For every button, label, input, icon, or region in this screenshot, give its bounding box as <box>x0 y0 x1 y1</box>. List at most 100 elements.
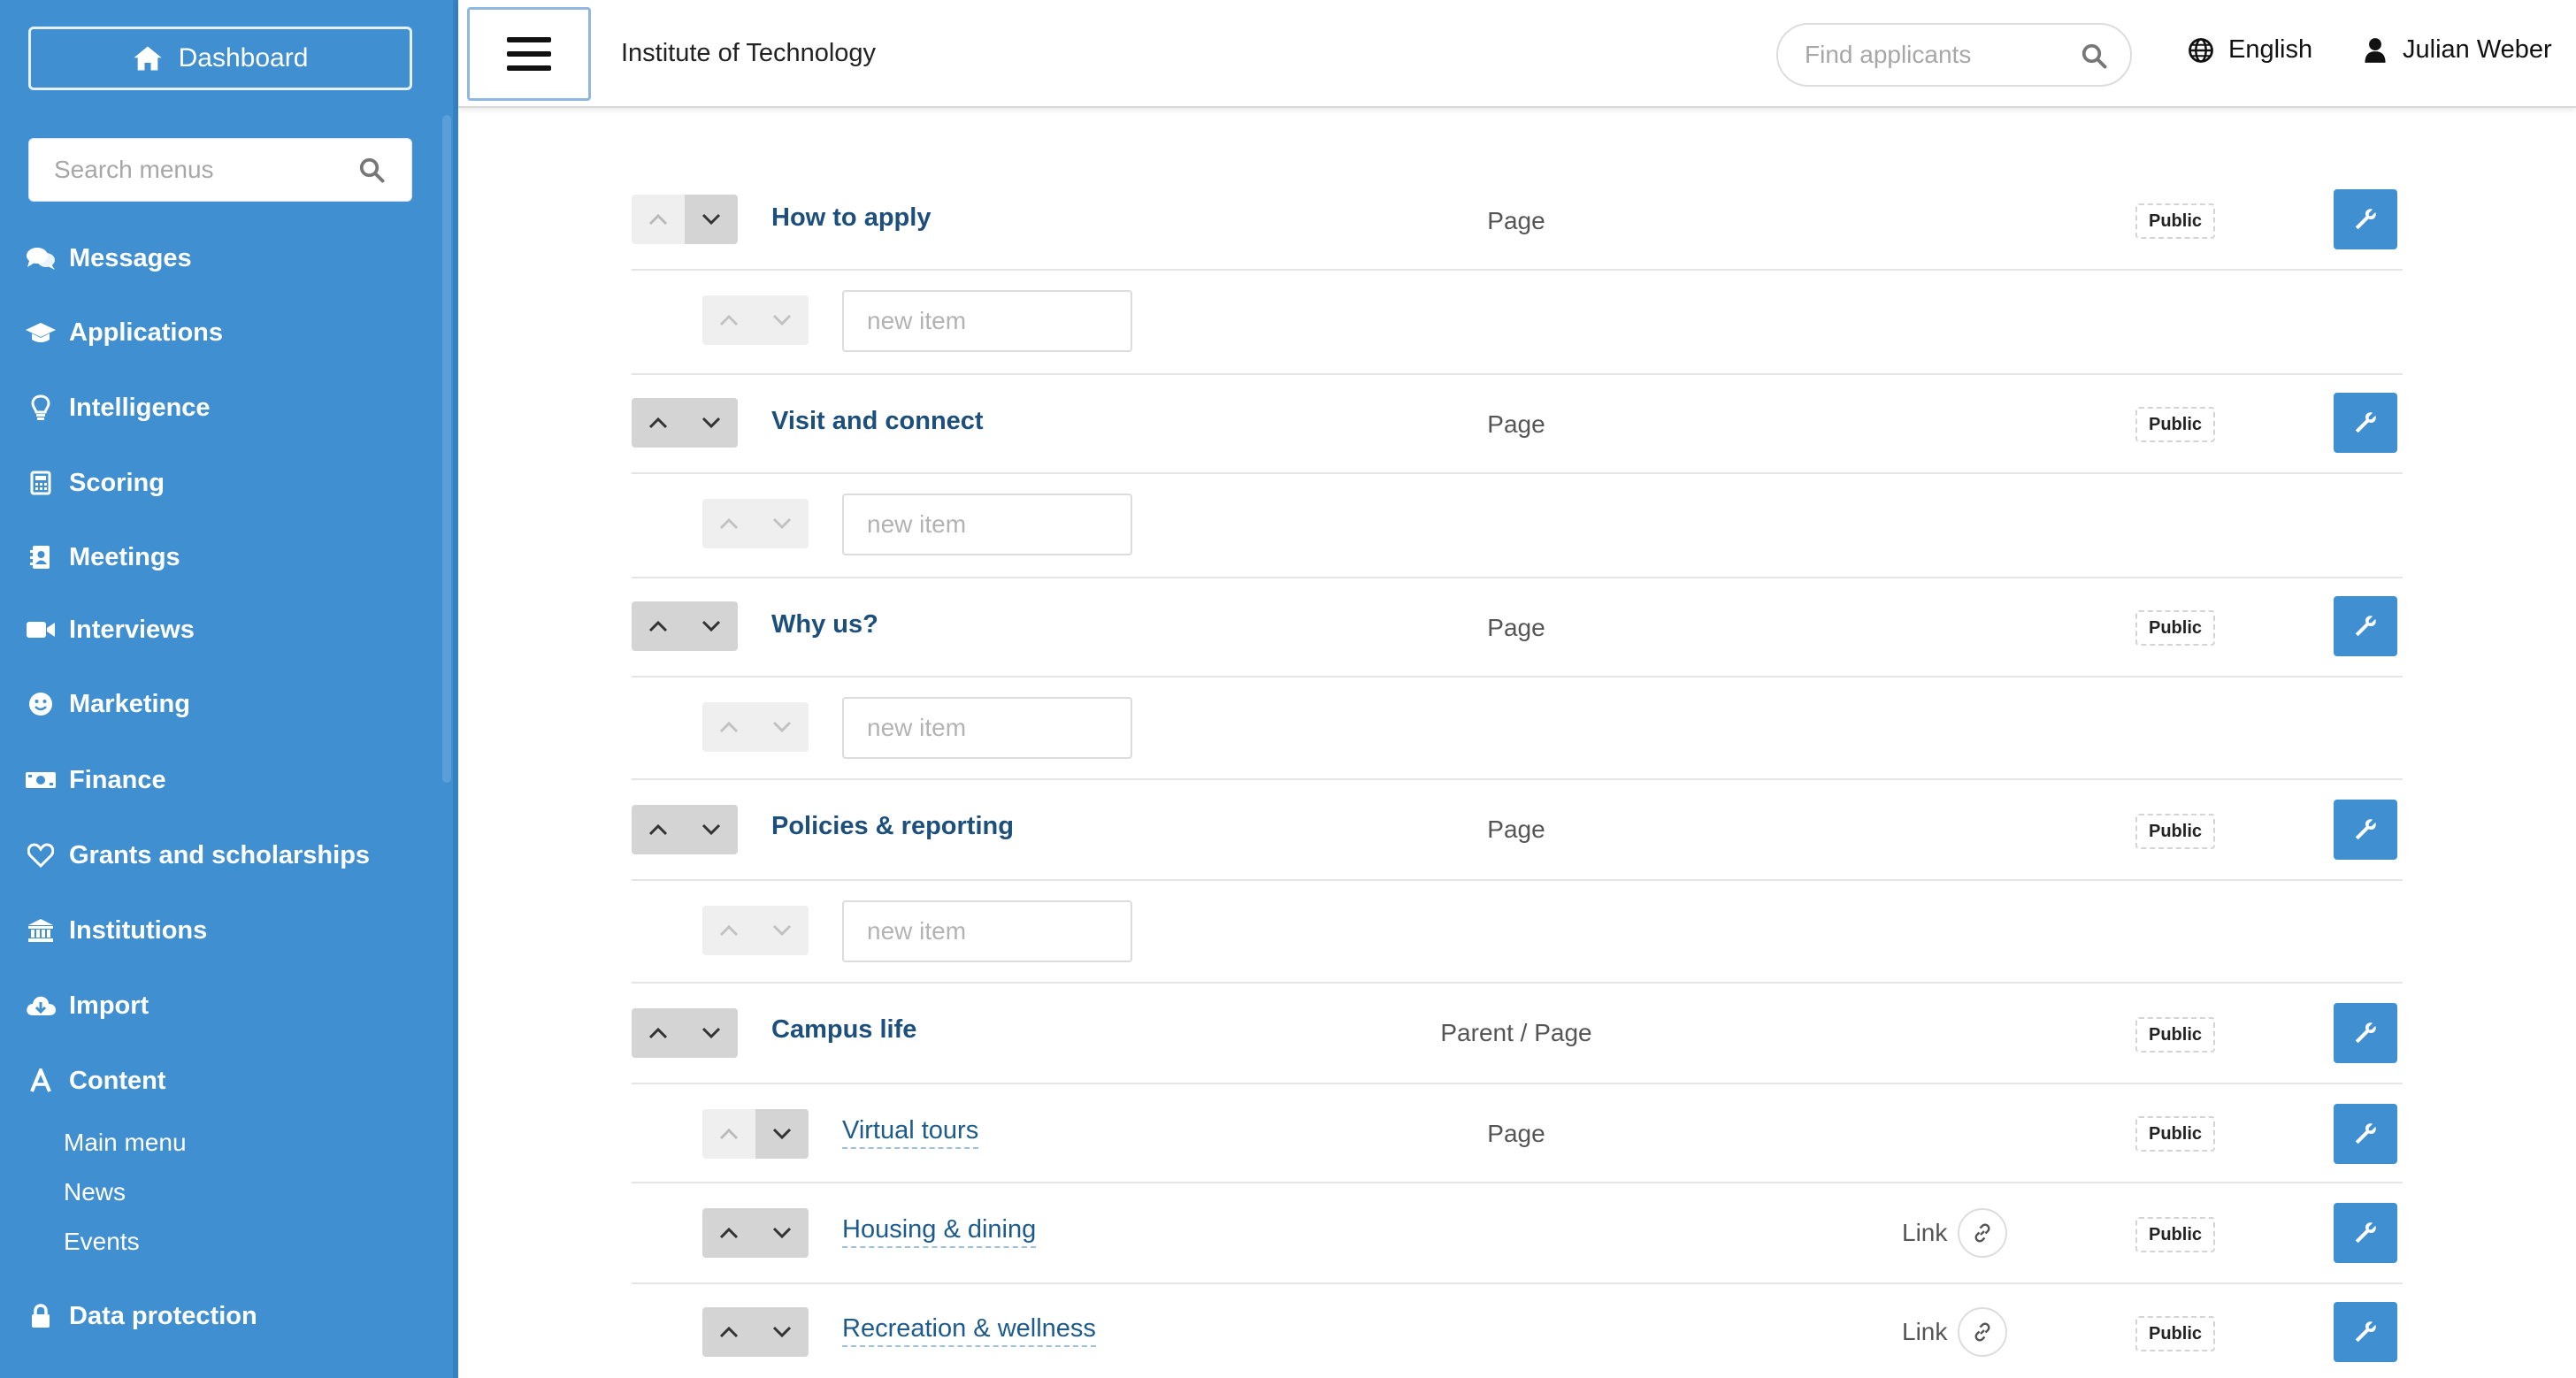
nav-meetings[interactable]: Meetings <box>25 534 180 580</box>
move-up-button[interactable] <box>632 195 685 244</box>
move-up-button[interactable] <box>632 398 685 448</box>
move-down-button[interactable] <box>685 805 738 854</box>
menu-item-type-link: Link <box>1902 1307 2008 1357</box>
move-down-button[interactable] <box>755 1307 809 1357</box>
open-link-button[interactable] <box>1958 1208 2008 1258</box>
chevron-up-icon <box>719 721 739 733</box>
address-book-icon <box>25 543 57 571</box>
menu-item-title[interactable]: How to apply <box>771 203 931 233</box>
move-down-button[interactable] <box>685 601 738 651</box>
subnav-main-menu[interactable]: Main menu <box>64 1123 187 1162</box>
calculator-icon <box>25 469 57 497</box>
link-icon <box>1974 1223 1990 1243</box>
nav-content[interactable]: Content <box>25 1058 166 1104</box>
menu-item-title[interactable]: Housing & dining <box>842 1215 1037 1248</box>
new-item-input[interactable] <box>842 494 1132 555</box>
new-item-row <box>632 881 2403 984</box>
move-up-button[interactable] <box>702 499 755 548</box>
reorder-controls <box>702 499 809 548</box>
chevron-up-icon <box>648 620 668 632</box>
move-up-button[interactable] <box>632 1008 685 1058</box>
visibility-badge: Public <box>2135 1316 2215 1351</box>
edit-item-button[interactable] <box>2334 1203 2397 1263</box>
reorder-controls <box>702 906 809 955</box>
move-down-button[interactable] <box>755 1208 809 1258</box>
edit-item-button[interactable] <box>2334 1003 2397 1063</box>
edit-item-button[interactable] <box>2334 189 2397 249</box>
menu-item-title[interactable]: Virtual tours <box>842 1116 979 1149</box>
menu-item-title[interactable]: Recreation & wellness <box>842 1314 1096 1347</box>
subnav-news[interactable]: News <box>64 1173 126 1212</box>
menu-row: Visit and connect Page Public <box>632 375 2403 474</box>
move-up-button[interactable] <box>632 805 685 854</box>
move-up-button[interactable] <box>702 1307 755 1357</box>
wrench-icon <box>2355 1022 2376 1044</box>
nav-intelligence[interactable]: Intelligence <box>25 385 211 431</box>
move-down-button[interactable] <box>685 398 738 448</box>
search-icon[interactable] <box>2081 42 2107 69</box>
visibility-badge: Public <box>2135 1017 2215 1053</box>
edit-item-button[interactable] <box>2334 1302 2397 1362</box>
move-up-button[interactable] <box>632 601 685 651</box>
applicant-search-input[interactable] <box>1805 25 2070 85</box>
menu-item-title[interactable]: Why us? <box>771 610 878 639</box>
nav-scoring[interactable]: Scoring <box>25 460 165 506</box>
menu-item-title[interactable]: Campus life <box>771 1015 916 1045</box>
new-item-row <box>632 271 2403 375</box>
move-up-button[interactable] <box>702 1109 755 1159</box>
menu-search-input[interactable] <box>54 139 355 201</box>
nav-interviews[interactable]: Interviews <box>25 607 195 653</box>
wrench-icon <box>2355 1222 2376 1244</box>
user-icon <box>2365 37 2386 63</box>
chevron-up-icon <box>648 417 668 429</box>
move-down-button[interactable] <box>755 702 809 752</box>
move-up-button[interactable] <box>702 702 755 752</box>
nav-marketing[interactable]: Marketing <box>25 681 190 727</box>
menu-item-type-link: Link <box>1902 1208 2008 1258</box>
menu-item-title[interactable]: Visit and connect <box>771 407 984 436</box>
edit-item-button[interactable] <box>2334 800 2397 860</box>
nav-import[interactable]: Import <box>25 983 149 1029</box>
user-menu[interactable]: Julian Weber <box>2364 35 2552 65</box>
edit-item-button[interactable] <box>2334 596 2397 656</box>
visibility-badge: Public <box>2135 814 2215 849</box>
open-link-button[interactable] <box>1958 1307 2008 1357</box>
move-up-button[interactable] <box>702 1208 755 1258</box>
move-down-button[interactable] <box>755 295 809 345</box>
move-down-button[interactable] <box>755 1109 809 1159</box>
move-down-button[interactable] <box>685 1008 738 1058</box>
new-item-input[interactable] <box>842 290 1132 352</box>
nav-institutions[interactable]: Institutions <box>25 907 207 953</box>
nav-data-protection[interactable]: Data protection <box>25 1293 257 1339</box>
chevron-down-icon <box>772 1227 792 1239</box>
nav-grants[interactable]: Grants and scholarships <box>25 832 370 878</box>
subnav-events[interactable]: Events <box>64 1222 140 1261</box>
sidebar: Dashboard Messages Applications Intellig… <box>0 0 458 1378</box>
menu-item-type: Parent / Page <box>1440 1019 1592 1046</box>
nav-messages[interactable]: Messages <box>25 235 192 281</box>
new-item-input[interactable] <box>842 900 1132 962</box>
menu-item-type: Link <box>1902 1318 1948 1345</box>
move-down-button[interactable] <box>755 499 809 548</box>
new-item-input[interactable] <box>842 697 1132 759</box>
edit-item-button[interactable] <box>2334 1104 2397 1164</box>
language-selector[interactable]: English <box>2188 35 2312 65</box>
nav-finance[interactable]: Finance <box>25 757 166 803</box>
move-down-button[interactable] <box>685 195 738 244</box>
move-down-button[interactable] <box>755 906 809 955</box>
wrench-icon <box>2355 209 2376 230</box>
top-header: Institute of Technology English Julian W… <box>458 0 2576 108</box>
dashboard-button[interactable]: Dashboard <box>28 27 412 90</box>
nav-applications[interactable]: Applications <box>25 310 223 356</box>
menu-row-child: Virtual tours Page Public <box>632 1084 2403 1183</box>
move-up-button[interactable] <box>702 906 755 955</box>
move-up-button[interactable] <box>702 295 755 345</box>
lock-icon <box>25 1302 57 1330</box>
link-icon <box>1974 1322 1990 1342</box>
edit-item-button[interactable] <box>2334 393 2397 453</box>
sidebar-scrollbar[interactable] <box>442 115 451 783</box>
menu-item-title[interactable]: Policies & reporting <box>771 812 1014 841</box>
hamburger-menu-button[interactable] <box>467 7 591 101</box>
search-icon[interactable] <box>358 157 385 183</box>
new-item-row <box>632 678 2403 780</box>
